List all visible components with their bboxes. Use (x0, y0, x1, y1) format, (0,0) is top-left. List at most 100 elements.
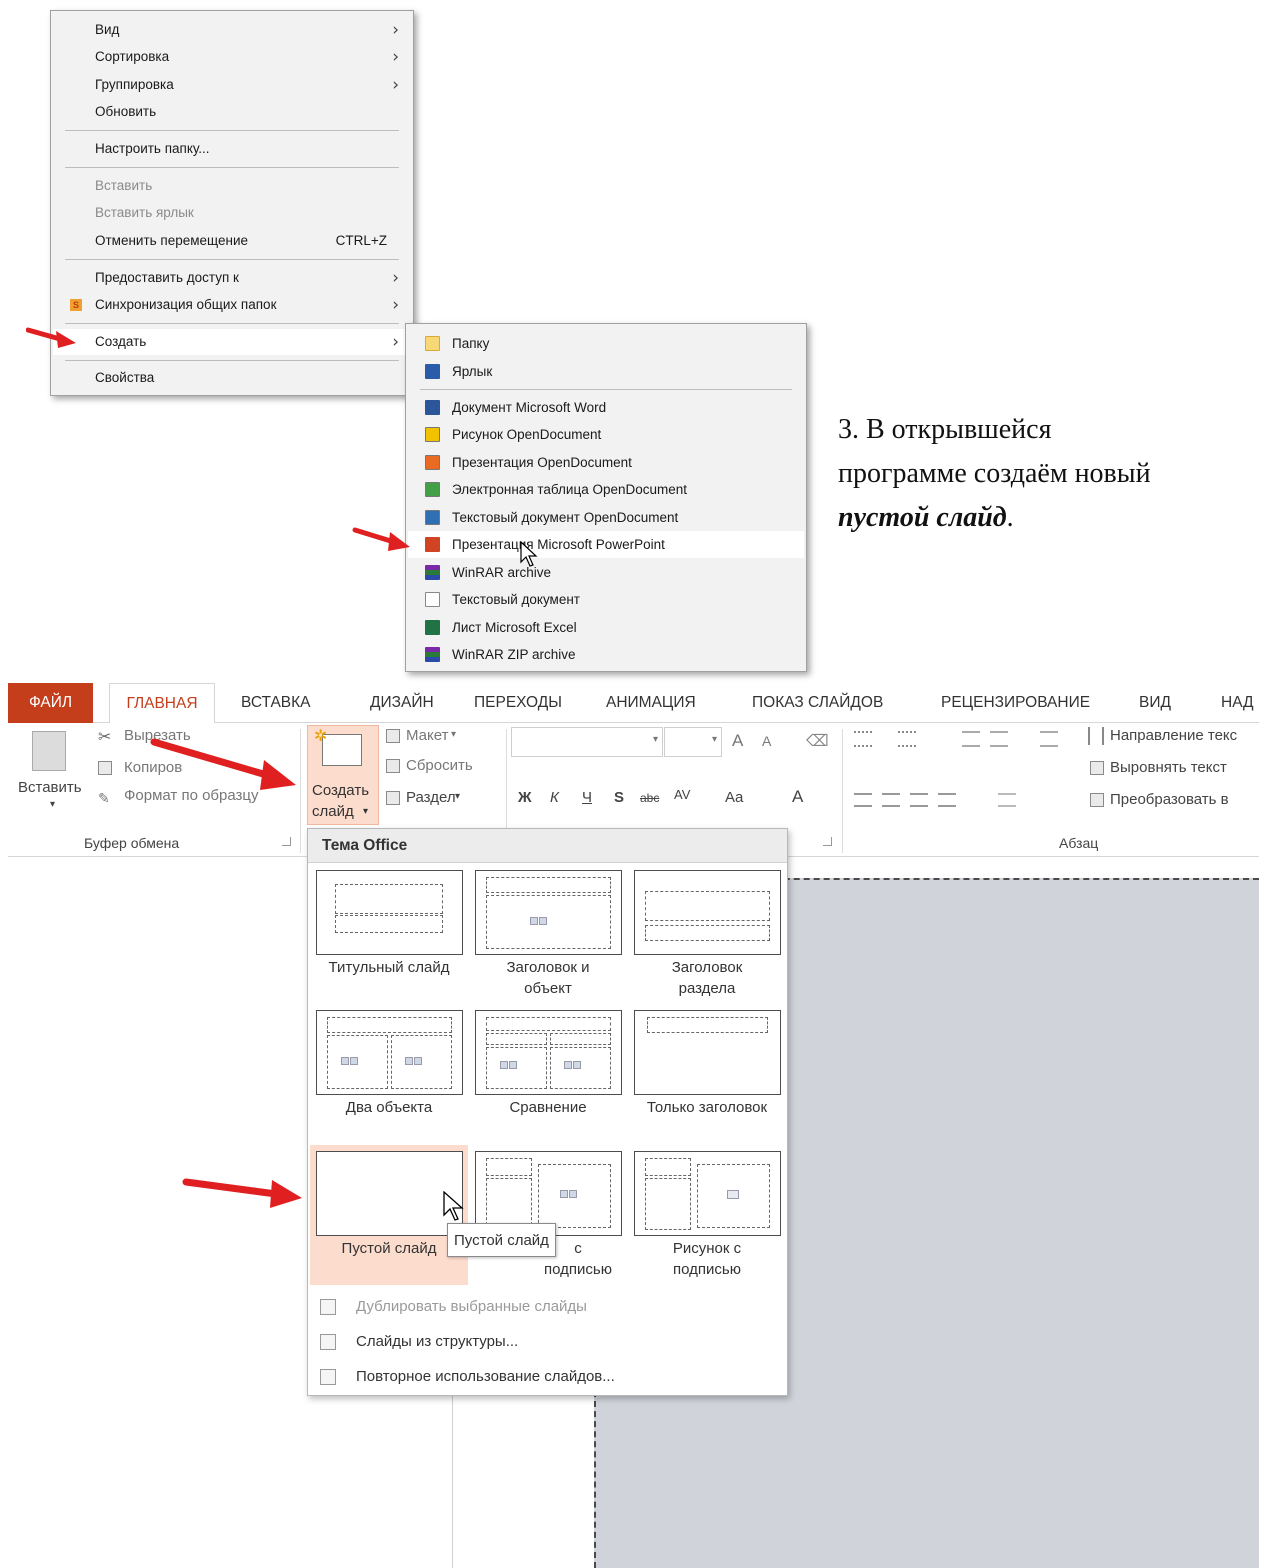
submenu-item-odt[interactable]: Текстовый документ OpenDocument (408, 504, 804, 531)
submenu-item-ods[interactable]: Электронная таблица OpenDocument (408, 476, 804, 503)
submenu-item-powerpoint[interactable]: Презентация Microsoft PowerPoint (408, 531, 804, 558)
dialog-launcher-icon[interactable] (282, 837, 291, 846)
format-painter-icon: ✎ (98, 790, 110, 806)
tab-review[interactable]: РЕЦЕНЗИРОВАНИЕ (941, 683, 1090, 723)
text-shadow-button[interactable]: S (614, 789, 624, 806)
menu-item-label: Предоставить доступ к (95, 270, 239, 285)
align-center-icon[interactable] (882, 793, 900, 807)
align-text-button[interactable]: Выровнять текст (1110, 759, 1227, 776)
submenu-item-odp[interactable]: Презентация OpenDocument (408, 449, 804, 476)
duplicate-slides-command: Дублировать выбранные слайды (308, 1290, 787, 1324)
word-icon (425, 400, 440, 415)
submenu-item-shortcut[interactable]: Ярлык (408, 358, 804, 385)
menu-item-paste: Вставить (53, 173, 411, 199)
layout-title-content[interactable] (475, 870, 622, 955)
tab-insert[interactable]: ВСТАВКА (241, 683, 311, 723)
bold-button[interactable]: Ж (518, 789, 532, 806)
menu-item-give-access[interactable]: Предоставить доступ к › (53, 265, 411, 291)
submenu-item-winrar-zip[interactable]: WinRAR ZIP archive (408, 641, 804, 668)
section-button[interactable]: Раздел (406, 789, 456, 806)
underline-button[interactable]: Ч (582, 789, 592, 806)
menu-item-label: Синхронизация общих папок (95, 297, 277, 312)
menu-item-group[interactable]: Группировка › (53, 72, 411, 98)
align-left-icon[interactable] (854, 793, 872, 807)
menu-separator (65, 323, 399, 324)
tab-slideshow[interactable]: ПОКАЗ СЛАЙДОВ (752, 683, 883, 723)
menu-item-refresh[interactable]: Обновить (53, 99, 411, 125)
character-spacing-button[interactable]: AV (674, 787, 690, 802)
chevron-right-icon: › (392, 332, 399, 352)
red-arrow-icon (352, 527, 410, 551)
decrease-indent-icon[interactable] (962, 731, 980, 747)
menu-separator (65, 259, 399, 260)
layout-section-header[interactable] (634, 870, 781, 955)
menu-item-customize-folder[interactable]: Настроить папку... (53, 136, 411, 162)
font-size-combo[interactable]: ▾ (664, 727, 722, 757)
submenu-item-word[interactable]: Документ Microsoft Word (408, 394, 804, 421)
layout-caption: Заголовок и объект (506, 959, 590, 997)
font-color-button[interactable]: A (792, 787, 803, 807)
menu-separator (420, 389, 792, 390)
italic-button[interactable]: К (550, 789, 559, 806)
layout-tooltip: Пустой слайд (447, 1223, 556, 1257)
submenu-item-winrar[interactable]: WinRAR archive (408, 559, 804, 586)
menu-item-sync-folders[interactable]: S Синхронизация общих папок › (53, 292, 411, 318)
paste-dropdown-icon[interactable]: ▾ (50, 799, 55, 810)
align-right-icon[interactable] (910, 793, 928, 807)
columns-icon[interactable] (998, 793, 1016, 807)
menu-item-properties[interactable]: Свойства (53, 365, 411, 391)
tab-design[interactable]: ДИЗАЙН (370, 683, 434, 723)
line-spacing-icon[interactable] (1040, 731, 1058, 747)
duplicate-slides-icon (320, 1299, 336, 1315)
justify-icon[interactable] (938, 793, 956, 807)
tab-file[interactable]: ФАЙЛ (8, 683, 93, 723)
menu-item-view[interactable]: Вид › (53, 17, 411, 43)
layout-picture-with-caption[interactable] (634, 1151, 781, 1236)
menu-item-new[interactable]: Создать › (53, 329, 411, 355)
clear-formatting-icon[interactable]: ⌫ (806, 731, 829, 751)
dialog-launcher-icon[interactable] (823, 837, 832, 846)
submenu-item-excel[interactable]: Лист Microsoft Excel (408, 614, 804, 641)
tab-view[interactable]: ВИД (1139, 683, 1171, 723)
reuse-slides-command[interactable]: Повторное использование слайдов... (308, 1360, 787, 1394)
slides-from-outline-command[interactable]: Слайды из структуры... (308, 1325, 787, 1359)
bullets-icon[interactable] (854, 731, 872, 747)
submenu-item-text[interactable]: Текстовый документ (408, 586, 804, 613)
font-name-combo[interactable]: ▾ (511, 727, 663, 757)
text-direction-icon (1088, 727, 1104, 745)
folder-icon (425, 336, 440, 351)
change-case-button[interactable]: Aa (725, 789, 743, 806)
strikethrough-button[interactable]: abc (640, 791, 659, 805)
excel-icon (425, 620, 440, 635)
layout-caption: Пустой слайд (341, 1240, 437, 1257)
convert-smartart-button[interactable]: Преобразовать в (1110, 791, 1229, 808)
new-slide-button[interactable]: ✲ Создать слайд ▾ (307, 725, 379, 825)
grow-font-button[interactable]: A (732, 731, 743, 751)
new-slide-label: слайд (312, 803, 354, 820)
menu-separator (65, 167, 399, 168)
layout-two-content[interactable] (316, 1010, 463, 1095)
layout-blank[interactable] (316, 1151, 463, 1236)
chevron-down-icon: ▾ (363, 806, 369, 817)
submenu-item-label: Презентация Microsoft PowerPoint (452, 537, 665, 552)
numbering-icon[interactable] (898, 731, 916, 747)
tab-addins[interactable]: НАД (1221, 683, 1254, 723)
layout-button[interactable]: Макет (406, 727, 448, 744)
layout-comparison[interactable] (475, 1010, 622, 1095)
submenu-item-folder[interactable]: Папку (408, 330, 804, 357)
menu-item-undo-move[interactable]: Отменить перемещение CTRL+Z (53, 228, 411, 254)
tab-home[interactable]: ГЛАВНАЯ (109, 683, 215, 724)
increase-indent-icon[interactable] (990, 731, 1008, 747)
reset-button[interactable]: Сбросить (406, 757, 473, 774)
menu-item-sort[interactable]: Сортировка › (53, 44, 411, 70)
text-direction-button[interactable]: Направление текс (1110, 727, 1237, 744)
submenu-item-odg[interactable]: Рисунок OpenDocument (408, 421, 804, 448)
shrink-font-button[interactable]: A (762, 733, 771, 749)
group-separator (842, 729, 843, 853)
tab-transitions[interactable]: ПЕРЕХОДЫ (474, 683, 562, 723)
layout-title-slide[interactable] (316, 870, 463, 955)
tab-animations[interactable]: АНИМАЦИЯ (606, 683, 696, 723)
reuse-slides-icon (320, 1369, 336, 1385)
layout-title-only[interactable] (634, 1010, 781, 1095)
paste-button[interactable]: Вставить (18, 779, 82, 796)
